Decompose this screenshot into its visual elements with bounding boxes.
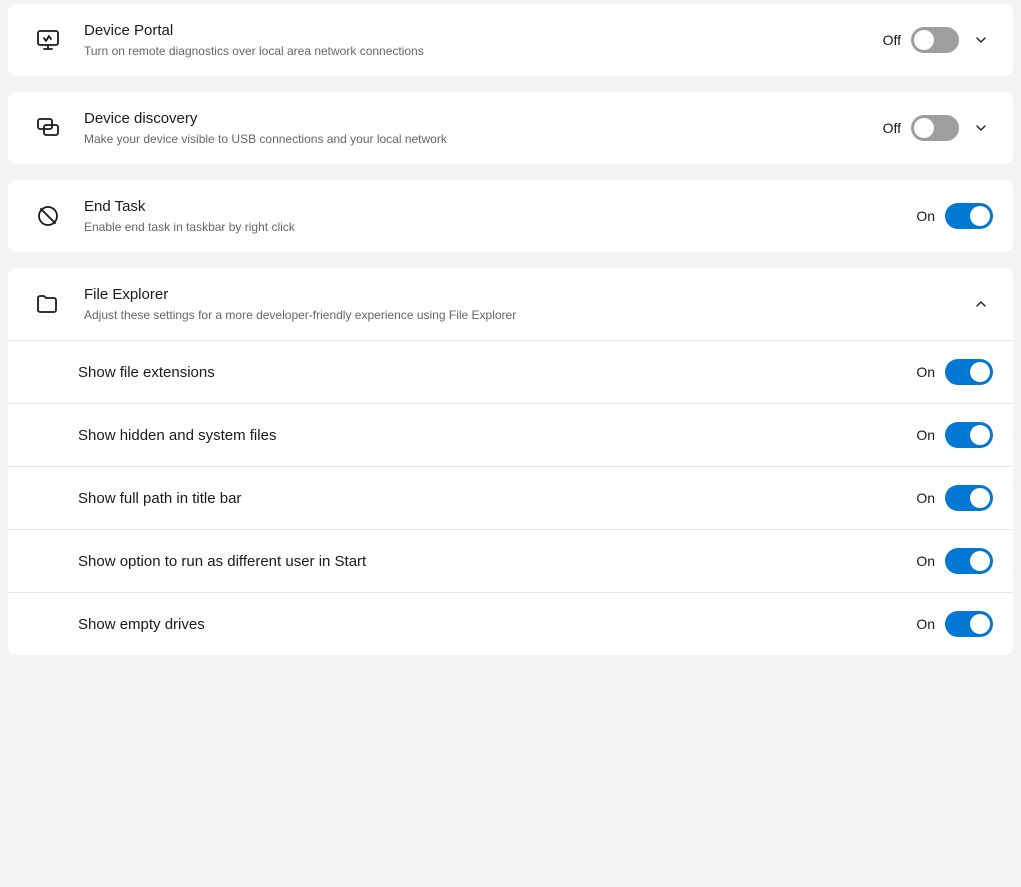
file-explorer-chevron-button[interactable]	[969, 292, 993, 316]
show-empty-drives-control: On	[907, 611, 993, 637]
show-hidden-system-files-toggle-thumb	[970, 425, 990, 445]
device-portal-toggle-track	[911, 27, 959, 53]
file-explorer-title: File Explorer	[84, 284, 969, 305]
device-discovery-toggle-track	[911, 115, 959, 141]
show-file-extensions-toggle[interactable]	[945, 359, 993, 385]
device-discovery-icon	[28, 108, 68, 148]
file-explorer-header-row: File Explorer Adjust these settings for …	[8, 268, 1013, 341]
end-task-toggle[interactable]	[945, 203, 993, 229]
device-portal-row: Device Portal Turn on remote diagnostics…	[8, 4, 1013, 76]
device-portal-chevron-button[interactable]	[969, 28, 993, 52]
device-portal-text: Device Portal Turn on remote diagnostics…	[84, 20, 873, 60]
device-discovery-toggle[interactable]	[911, 115, 959, 141]
show-hidden-system-files-row: Show hidden and system files On	[8, 404, 1013, 467]
show-file-extensions-label: Show file extensions	[78, 364, 907, 381]
show-empty-drives-toggle[interactable]	[945, 611, 993, 637]
device-discovery-toggle-thumb	[914, 118, 934, 138]
show-run-as-different-user-label: Show option to run as different user in …	[78, 553, 907, 570]
show-full-path-row: Show full path in title bar On	[8, 467, 1013, 530]
show-file-extensions-control: On	[907, 359, 993, 385]
chevron-down-icon	[973, 32, 989, 48]
end-task-description: Enable end task in taskbar by right clic…	[84, 219, 907, 236]
show-file-extensions-row: Show file extensions On	[8, 341, 1013, 404]
show-full-path-control: On	[907, 485, 993, 511]
device-discovery-card: Device discovery Make your device visibl…	[8, 92, 1013, 164]
show-file-extensions-toggle-track	[945, 359, 993, 385]
show-hidden-system-files-label: Show hidden and system files	[78, 427, 907, 444]
show-run-as-different-user-control: On	[907, 548, 993, 574]
show-hidden-system-files-control: On	[907, 422, 993, 448]
device-discovery-description: Make your device visible to USB connecti…	[84, 131, 873, 148]
device-portal-toggle[interactable]	[911, 27, 959, 53]
device-discovery-state: Off	[873, 120, 901, 136]
show-full-path-state: On	[907, 490, 935, 506]
end-task-row: End Task Enable end task in taskbar by r…	[8, 180, 1013, 252]
file-explorer-icon	[28, 284, 68, 324]
end-task-control: On	[907, 203, 993, 229]
show-hidden-system-files-toggle-track	[945, 422, 993, 448]
show-hidden-system-files-state: On	[907, 427, 935, 443]
device-discovery-row: Device discovery Make your device visibl…	[8, 92, 1013, 164]
device-discovery-chevron-button[interactable]	[969, 116, 993, 140]
device-portal-description: Turn on remote diagnostics over local ar…	[84, 43, 873, 60]
settings-container: Device Portal Turn on remote diagnostics…	[0, 4, 1021, 655]
device-portal-card: Device Portal Turn on remote diagnostics…	[8, 4, 1013, 76]
end-task-toggle-track	[945, 203, 993, 229]
end-task-icon	[28, 196, 68, 236]
show-run-as-different-user-toggle[interactable]	[945, 548, 993, 574]
chevron-down-icon	[973, 120, 989, 136]
device-portal-title: Device Portal	[84, 20, 873, 41]
show-file-extensions-toggle-thumb	[970, 362, 990, 382]
file-explorer-control	[969, 292, 993, 316]
file-explorer-card: File Explorer Adjust these settings for …	[8, 268, 1013, 655]
show-full-path-toggle-track	[945, 485, 993, 511]
show-full-path-label: Show full path in title bar	[78, 490, 907, 507]
chevron-up-icon	[973, 296, 989, 312]
show-run-as-different-user-toggle-track	[945, 548, 993, 574]
circle-slash-icon	[36, 204, 60, 228]
end-task-state: On	[907, 208, 935, 224]
show-full-path-toggle[interactable]	[945, 485, 993, 511]
end-task-title: End Task	[84, 196, 907, 217]
show-full-path-toggle-thumb	[970, 488, 990, 508]
end-task-text: End Task Enable end task in taskbar by r…	[84, 196, 907, 236]
chat-bubble-icon	[36, 116, 60, 140]
device-portal-toggle-thumb	[914, 30, 934, 50]
monitor-pulse-icon	[36, 28, 60, 52]
device-discovery-text: Device discovery Make your device visibl…	[84, 108, 873, 148]
device-portal-state: Off	[873, 32, 901, 48]
show-empty-drives-label: Show empty drives	[78, 616, 907, 633]
show-run-as-different-user-row: Show option to run as different user in …	[8, 530, 1013, 593]
device-discovery-control: Off	[873, 115, 993, 141]
device-portal-control: Off	[873, 27, 993, 53]
divider-1	[0, 80, 1021, 88]
divider-2	[0, 168, 1021, 176]
show-hidden-system-files-toggle[interactable]	[945, 422, 993, 448]
device-portal-icon	[28, 20, 68, 60]
show-empty-drives-toggle-track	[945, 611, 993, 637]
device-discovery-title: Device discovery	[84, 108, 873, 129]
show-empty-drives-toggle-thumb	[970, 614, 990, 634]
file-explorer-description: Adjust these settings for a more develop…	[84, 307, 969, 324]
show-empty-drives-state: On	[907, 616, 935, 632]
end-task-card: End Task Enable end task in taskbar by r…	[8, 180, 1013, 252]
end-task-toggle-thumb	[970, 206, 990, 226]
show-empty-drives-row: Show empty drives On	[8, 593, 1013, 655]
show-run-as-different-user-toggle-thumb	[970, 551, 990, 571]
divider-3	[0, 256, 1021, 264]
folder-icon	[36, 292, 60, 316]
file-explorer-text: File Explorer Adjust these settings for …	[84, 284, 969, 324]
show-run-as-different-user-state: On	[907, 553, 935, 569]
show-file-extensions-state: On	[907, 364, 935, 380]
